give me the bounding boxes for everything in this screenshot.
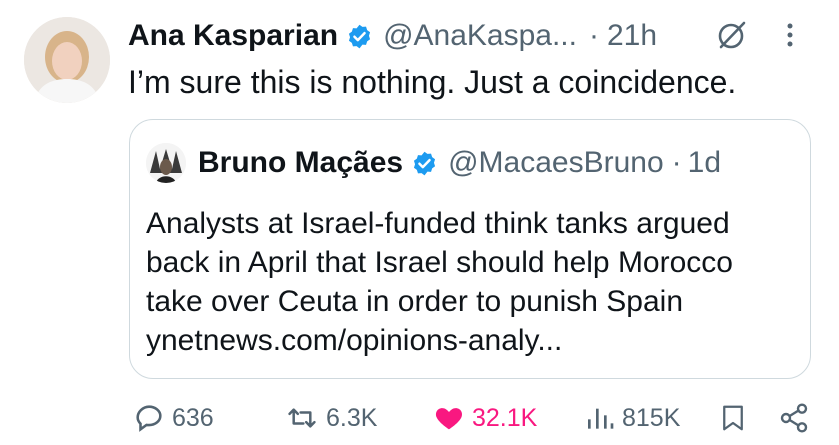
views-count: 815K (622, 403, 681, 432)
more-options-icon[interactable] (783, 18, 797, 52)
repost-count: 6.3K (326, 403, 378, 432)
views-icon (588, 408, 614, 429)
quoted-tweet[interactable]: Bruno Maçães @MacaesBruno · 1d Analysts … (129, 119, 811, 379)
author-handle[interactable]: @AnaKaspa... (383, 19, 577, 53)
quoted-author-avatar[interactable] (146, 143, 186, 183)
verified-badge-icon[interactable] (411, 150, 438, 177)
quoted-text: Analysts at Israel-funded think tanks ar… (146, 204, 806, 360)
quoted-text-line: Analysts at Israel-funded think tanks ar… (146, 207, 730, 240)
separator-dot: · (588, 19, 599, 52)
tweet-text: I’m sure this is nothing. Just a coincid… (128, 64, 737, 100)
quoted-author-handle[interactable]: @MacaesBruno (448, 146, 664, 180)
views-button[interactable]: 815K (584, 395, 680, 441)
like-count: 32.1K (472, 403, 538, 432)
share-icon (780, 403, 808, 433)
quoted-time[interactable]: 1d (688, 146, 721, 180)
quoted-author-name[interactable]: Bruno Maçães (198, 146, 403, 180)
author-name[interactable]: Ana Kasparian (128, 19, 338, 53)
quoted-text-line: back in April that Israel should help Mo… (146, 246, 733, 279)
grok-icon[interactable] (715, 18, 749, 52)
separator-dot: · (671, 146, 682, 179)
share-button[interactable] (778, 395, 816, 441)
reply-count: 636 (172, 403, 214, 432)
bookmark-icon (723, 405, 743, 431)
repost-icon (288, 408, 316, 428)
like-button[interactable]: 32.1K (432, 395, 537, 441)
repost-button[interactable]: 6.3K (284, 395, 377, 441)
reply-button[interactable]: 636 (132, 395, 214, 441)
quoted-header: Bruno Maçães @MacaesBruno · 1d (198, 142, 721, 184)
author-avatar[interactable] (24, 17, 110, 103)
reply-icon (136, 405, 162, 432)
verified-badge-icon[interactable] (346, 23, 373, 50)
tweet-header: Ana Kasparian @AnaKaspa... · 21h (128, 14, 819, 58)
quoted-text-line: take over Ceuta in order to punish Spain (146, 285, 683, 318)
tweet-time[interactable]: 21h (607, 19, 657, 53)
bookmark-button[interactable] (718, 395, 754, 441)
quoted-link[interactable]: ynetnews.com/opinions-analy... (146, 321, 806, 360)
heart-icon (435, 408, 463, 430)
action-bar: 636 6.3K 32.1K 815K (132, 395, 822, 441)
